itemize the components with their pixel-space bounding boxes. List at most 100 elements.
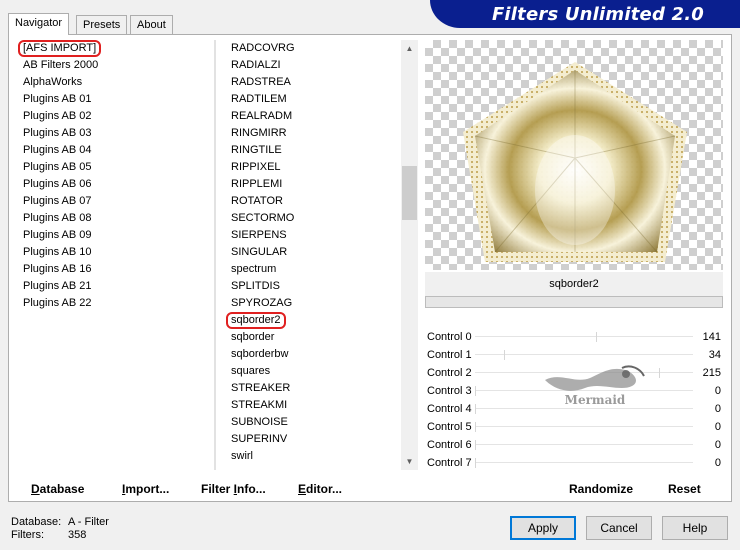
- filter-item[interactable]: sqborder2: [222, 312, 402, 329]
- category-item[interactable]: Plugins AB 06: [14, 176, 214, 193]
- filter-item[interactable]: REALRADM: [222, 108, 402, 125]
- filter-item[interactable]: RIPPIXEL: [222, 159, 402, 176]
- category-item[interactable]: Plugins AB 16: [14, 261, 214, 278]
- control-label: Control 7: [427, 457, 472, 469]
- filter-list[interactable]: RADCOVRG RADIALZI RADSTREA RADTILEM REALRADM…: [222, 40, 402, 465]
- category-item[interactable]: Plugins AB 02: [14, 108, 214, 125]
- filter-item[interactable]: swirl: [222, 448, 402, 465]
- editor-label: ditor...: [306, 482, 343, 496]
- filter-info-prefix: Filter: [201, 482, 234, 496]
- tab-navigator[interactable]: Navigator: [8, 13, 70, 35]
- filter-item[interactable]: STREAKER: [222, 380, 402, 397]
- control-label: Control 2: [427, 367, 472, 379]
- filter-item[interactable]: STREAKMI: [222, 397, 402, 414]
- category-item[interactable]: [AFS IMPORT]: [14, 40, 214, 57]
- control-track[interactable]: [475, 336, 693, 337]
- filter-item[interactable]: squares: [222, 363, 402, 380]
- control-thumb[interactable]: [658, 368, 660, 378]
- tab-navigator-label: Navigator: [15, 17, 63, 29]
- control-thumb[interactable]: [504, 350, 506, 360]
- control-slider[interactable]: Control 6 0: [425, 436, 723, 454]
- scroll-down-icon[interactable]: ▼: [401, 453, 418, 470]
- cancel-button[interactable]: Cancel: [586, 516, 652, 540]
- category-item[interactable]: Plugins AB 03: [14, 125, 214, 142]
- title-banner: Filters Unlimited 2.0: [430, 0, 740, 28]
- category-item[interactable]: Plugins AB 22: [14, 295, 214, 312]
- category-item[interactable]: Plugins AB 09: [14, 227, 214, 244]
- control-track[interactable]: [475, 408, 693, 409]
- filter-item[interactable]: RIPPLEMI: [222, 176, 402, 193]
- category-item[interactable]: Plugins AB 04: [14, 142, 214, 159]
- filter-item[interactable]: SECTORMO: [222, 210, 402, 227]
- filter-item[interactable]: RADTILEM: [222, 91, 402, 108]
- category-item[interactable]: Plugins AB 07: [14, 193, 214, 210]
- import-label: mport...: [125, 482, 170, 496]
- database-mnemonic: D: [31, 482, 40, 496]
- control-slider[interactable]: Control 5 0: [425, 418, 723, 436]
- tab-about[interactable]: About: [130, 15, 173, 34]
- tab-presets-label: Presets: [83, 19, 121, 31]
- filter-list-scrollbar[interactable]: ▲ ▼: [401, 40, 418, 470]
- filter-item[interactable]: spectrum: [222, 261, 402, 278]
- category-item[interactable]: Plugins AB 01: [14, 91, 214, 108]
- control-value: 0: [714, 439, 721, 451]
- randomize-button[interactable]: Randomize: [569, 480, 633, 498]
- control-track[interactable]: [475, 462, 693, 463]
- filter-item[interactable]: RINGTILE: [222, 142, 402, 159]
- preview-image: [463, 62, 687, 262]
- category-item[interactable]: AlphaWorks: [14, 74, 214, 91]
- filter-item[interactable]: RINGMIRR: [222, 125, 402, 142]
- filter-item[interactable]: SIERPENS: [222, 227, 402, 244]
- filter-item[interactable]: SUPERINV: [222, 431, 402, 448]
- control-label: Control 3: [427, 385, 472, 397]
- control-thumb[interactable]: [475, 404, 476, 414]
- control-track[interactable]: [475, 354, 693, 355]
- editor-button[interactable]: Editor...: [298, 480, 342, 498]
- scroll-thumb[interactable]: [402, 166, 417, 220]
- filter-item[interactable]: SPYROZAG: [222, 295, 402, 312]
- control-slider[interactable]: Control 0 141: [425, 328, 723, 346]
- control-thumb[interactable]: [475, 422, 476, 432]
- database-button[interactable]: Database: [31, 480, 84, 498]
- filter-item[interactable]: SPLITDIS: [222, 278, 402, 295]
- help-button[interactable]: Help: [662, 516, 728, 540]
- category-item[interactable]: Plugins AB 10: [14, 244, 214, 261]
- filter-item[interactable]: SUBNOISE: [222, 414, 402, 431]
- filter-item[interactable]: ROTATOR: [222, 193, 402, 210]
- list-divider: [214, 40, 216, 470]
- filter-item[interactable]: SINGULAR: [222, 244, 402, 261]
- category-item[interactable]: AB Filters 2000: [14, 57, 214, 74]
- reset-button[interactable]: Reset: [668, 480, 701, 498]
- control-label: Control 0: [427, 331, 472, 343]
- control-thumb[interactable]: [595, 332, 597, 342]
- scroll-up-icon[interactable]: ▲: [401, 40, 418, 57]
- control-thumb[interactable]: [475, 386, 476, 396]
- tab-about-label: About: [137, 19, 166, 31]
- control-track[interactable]: [475, 444, 693, 445]
- tab-presets[interactable]: Presets: [76, 15, 128, 34]
- control-thumb[interactable]: [475, 440, 476, 450]
- control-slider[interactable]: Control 7 0: [425, 454, 723, 472]
- control-value: 215: [702, 367, 721, 379]
- filter-item[interactable]: RADSTREA: [222, 74, 402, 91]
- control-track[interactable]: [475, 426, 693, 427]
- filter-item[interactable]: RADIALZI: [222, 57, 402, 74]
- filter-info-button[interactable]: Filter Info...: [201, 480, 266, 498]
- category-item[interactable]: Plugins AB 08: [14, 210, 214, 227]
- status-info: Database: A - Filter Filters: 358: [11, 516, 109, 542]
- apply-button[interactable]: Apply: [510, 516, 576, 540]
- import-button[interactable]: Import...: [122, 480, 169, 498]
- filter-item[interactable]: sqborder: [222, 329, 402, 346]
- filter-item[interactable]: RADCOVRG: [222, 40, 402, 57]
- control-thumb[interactable]: [475, 458, 476, 468]
- control-value: 34: [708, 349, 721, 361]
- control-label: Control 1: [427, 349, 472, 361]
- filter-item[interactable]: sqborderbw: [222, 346, 402, 363]
- category-item[interactable]: Plugins AB 21: [14, 278, 214, 295]
- category-list[interactable]: [AFS IMPORT] AB Filters 2000 AlphaWorks Plu…: [14, 40, 214, 312]
- filter-info-label: nfo...: [237, 482, 266, 496]
- filters-status-value: 358: [68, 529, 87, 541]
- selected-category-label: [AFS IMPORT]: [18, 40, 102, 57]
- category-item[interactable]: Plugins AB 05: [14, 159, 214, 176]
- control-label: Control 6: [427, 439, 472, 451]
